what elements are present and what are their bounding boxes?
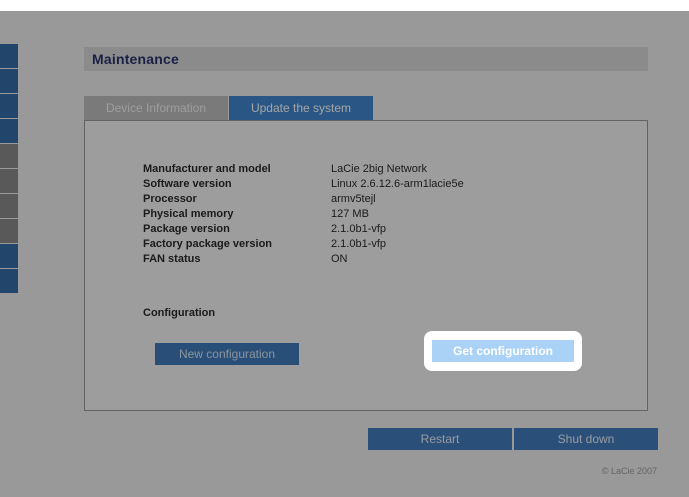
page-title: Maintenance <box>92 51 179 67</box>
nav-item-5[interactable] <box>0 144 18 168</box>
nav-item-10[interactable] <box>0 269 18 293</box>
copyright: © LaCie 2007 <box>601 466 657 476</box>
highlight-frame: Get configuration <box>424 331 582 371</box>
info-label: Software version <box>143 178 232 190</box>
restart-button[interactable]: Restart <box>368 428 512 450</box>
info-label: Processor <box>143 193 197 205</box>
nav-item-3[interactable] <box>0 94 18 118</box>
info-label: Package version <box>143 223 230 235</box>
nav-item-8[interactable] <box>0 219 18 243</box>
info-value: 2.1.0b1-vfp <box>331 238 387 250</box>
configuration-heading: Configuration <box>143 307 216 319</box>
info-value: LaCie 2big Network <box>331 163 427 175</box>
tab-device-information[interactable]: Device Information <box>84 96 228 120</box>
info-label: Factory package version <box>143 238 273 250</box>
info-label: Physical memory <box>143 208 234 220</box>
get-configuration-button[interactable]: Get configuration <box>432 340 574 362</box>
nav-item-9[interactable] <box>0 244 18 268</box>
info-value: 2.1.0b1-vfp <box>331 223 387 235</box>
info-value: armv5tejl <box>331 193 376 205</box>
info-value: Linux 2.6.12.6-arm1lacie5e <box>331 178 464 190</box>
nav-item-2[interactable] <box>0 69 18 93</box>
shut-down-button[interactable]: Shut down <box>514 428 658 450</box>
maintenance-page: Maintenance Device Information Update th… <box>0 11 689 497</box>
info-value: ON <box>331 253 348 265</box>
info-label: Manufacturer and model <box>143 163 271 175</box>
new-configuration-button[interactable]: New configuration <box>155 343 299 365</box>
nav-item-1[interactable] <box>0 44 18 68</box>
info-label: FAN status <box>143 253 201 265</box>
info-value: 127 MB <box>331 208 369 220</box>
nav-item-4[interactable] <box>0 119 18 143</box>
tab-update-the-system[interactable]: Update the system <box>229 96 373 120</box>
nav-item-7[interactable] <box>0 194 18 218</box>
nav-item-6[interactable] <box>0 169 18 193</box>
title-bar: Maintenance <box>84 47 648 71</box>
left-navigation <box>0 44 18 294</box>
